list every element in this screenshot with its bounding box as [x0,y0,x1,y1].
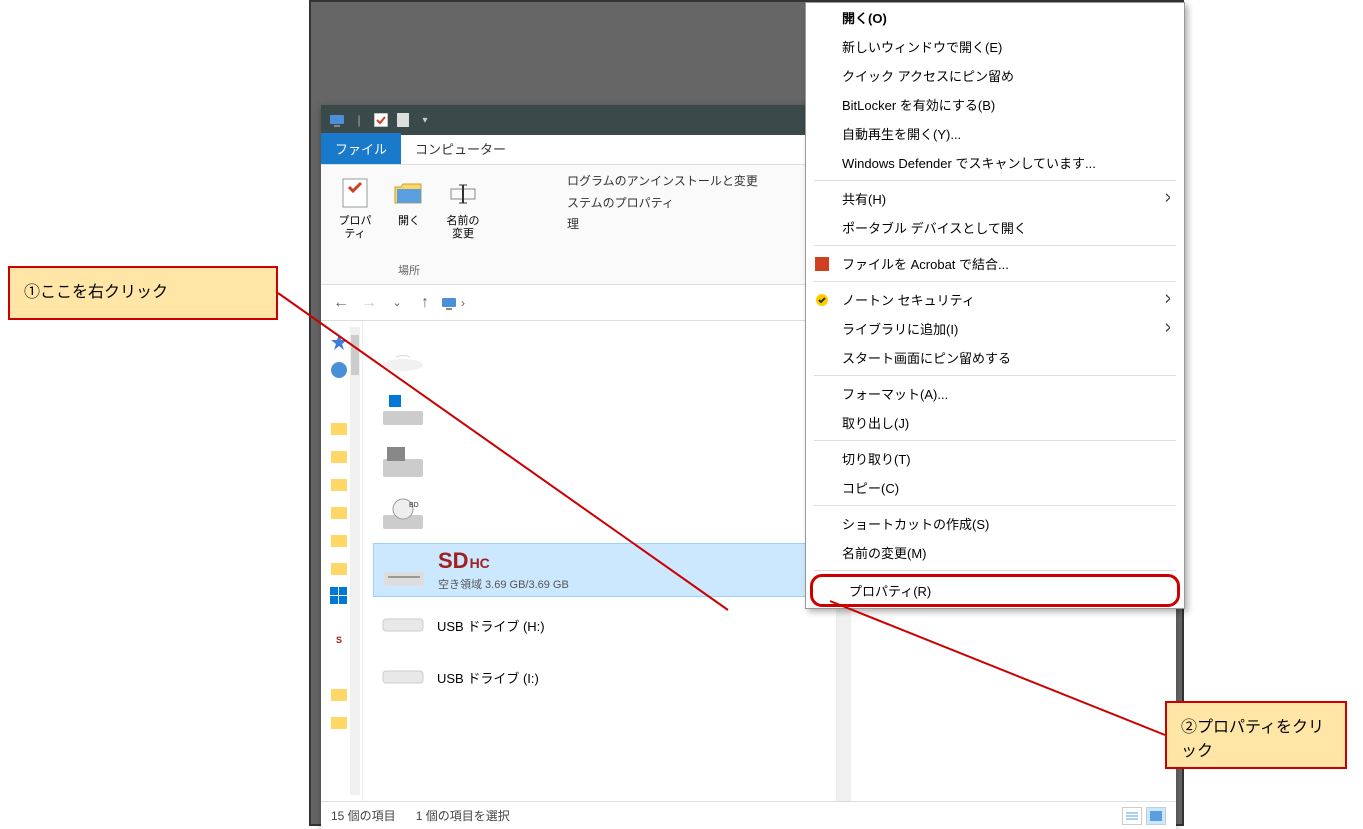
sd-drive-icon [380,550,428,590]
menu-cut[interactable]: 切り取り(T) [806,444,1184,473]
drive-name [437,402,450,421]
checkbox-icon[interactable] [373,112,389,128]
svg-text:BD: BD [409,502,419,509]
folder-icon[interactable] [330,503,348,521]
menu-rename[interactable]: 名前の変更(M) [806,538,1184,567]
drive-name: USB ドライブ (I:) [437,668,539,687]
sd-label-small: HC [470,555,490,571]
drive-freespace: 空き領域 3.69 GB/3.69 GB [438,576,569,592]
nav-up-button[interactable]: ↑ [413,291,437,315]
nav-back-button[interactable]: ← [329,291,353,315]
sd-label-big: SD [438,548,469,574]
folder-icon[interactable] [330,447,348,465]
ribbon-group-location: 場所 [331,258,487,278]
menu-copy[interactable]: コピー(C) [806,473,1184,502]
drive-list: BD SD HC 空き領域 3.69 GB/3.69 GB [363,321,836,801]
properties-icon [337,175,373,211]
hdd-icon [379,443,427,483]
ribbon-properties-label: プロパティ [335,215,375,241]
ribbon-open-label: 開く [398,215,420,228]
folder-icon[interactable] [330,475,348,493]
drive-icon [379,339,427,379]
norton-icon [814,292,830,308]
annotation-click-properties: ②プロパティをクリック [1165,701,1347,769]
menu-eject[interactable]: 取り出し(J) [806,408,1184,437]
menu-separator [814,245,1176,246]
dropdown-icon[interactable]: ▾ [417,112,433,128]
pc-icon [329,112,345,128]
drive-name [437,506,450,525]
usb-drive-icon [379,657,427,697]
windows-drive-icon [379,391,427,431]
bd-drive-icon: BD [379,495,427,535]
outer-frame: | ▾ ― ☐ ✕ ファイル コンピューター ᐱ ? [309,0,1184,826]
menu-separator [814,570,1176,571]
nav-forward-button[interactable]: → [357,291,381,315]
folder-icon[interactable] [330,531,348,549]
menu-open-new-window[interactable]: 新しいウィンドウで開く(E) [806,32,1184,61]
menu-share[interactable]: 共有(H) [806,184,1184,213]
doc-icon[interactable] [395,112,411,128]
tab-file[interactable]: ファイル [321,133,401,164]
menu-separator [814,505,1176,506]
menu-norton[interactable]: ノートン セキュリティ [806,285,1184,314]
pc-icon [441,295,457,311]
ribbon-rename-button[interactable]: 名前の 変更 [439,171,487,245]
drive-item[interactable]: BD [373,491,826,539]
menu-create-shortcut[interactable]: ショートカットの作成(S) [806,509,1184,538]
menu-add-library[interactable]: ライブラリに追加(I) [806,314,1184,343]
divider-icon: | [351,112,367,128]
annotation-right-click: ①ここを右クリック [8,266,278,320]
folder-icon[interactable] [330,419,348,437]
ribbon-open-button[interactable]: 開く [385,171,433,245]
folder-open-icon [391,175,427,211]
menu-separator [814,440,1176,441]
drive-item[interactable] [373,439,826,487]
drive-item[interactable] [373,335,826,383]
drive-item-usb-i[interactable]: USB ドライブ (I:) [373,653,826,701]
menu-pin-start[interactable]: スタート画面にピン留めする [806,343,1184,372]
menu-portable-device[interactable]: ポータブル デバイスとして開く [806,213,1184,242]
rename-icon [445,175,481,211]
usb-drive-icon [379,605,427,645]
menu-acrobat[interactable]: ファイルを Acrobat で結合... [806,249,1184,278]
menu-autoplay[interactable]: 自動再生を開く(Y)... [806,119,1184,148]
ribbon-rename-label: 名前の 変更 [447,215,480,241]
menu-separator [814,375,1176,376]
folder-icon[interactable] [330,559,348,577]
menu-separator [814,281,1176,282]
drive-name [437,454,450,473]
menu-format[interactable]: フォーマット(A)... [806,379,1184,408]
menu-pin-quick-access[interactable]: クイック アクセスにピン留め [806,61,1184,90]
context-menu: 開く(O) 新しいウィンドウで開く(E) クイック アクセスにピン留め BitL… [805,2,1185,609]
windows-icon[interactable] [330,587,348,605]
menu-bitlocker[interactable]: BitLocker を有効にする(B) [806,90,1184,119]
view-icons-button[interactable] [1146,807,1166,825]
breadcrumb-arrow-icon[interactable]: › [461,296,465,310]
nav-recent-dropdown[interactable]: ⌄ [385,291,409,315]
globe-icon[interactable] [330,361,348,379]
folder-tree: S [321,321,363,801]
menu-properties[interactable]: プロパティ(R) [810,574,1180,607]
status-item-count: 15 個の項目 [331,807,396,824]
tree-scrollbar[interactable] [350,327,360,795]
drive-name: USB ドライブ (H:) [437,616,545,635]
acrobat-icon [814,256,830,272]
tab-computer[interactable]: コンピューター [401,133,520,164]
sd-tree-icon[interactable]: S [336,635,342,645]
menu-open[interactable]: 開く(O) [806,3,1184,32]
menu-separator [814,180,1176,181]
status-selected-count: 1 個の項目を選択 [416,807,510,824]
drive-item-sdhc[interactable]: SD HC 空き領域 3.69 GB/3.69 GB [373,543,826,597]
folder-icon[interactable] [330,713,348,731]
folder-icon[interactable] [330,685,348,703]
status-bar: 15 個の項目 1 個の項目を選択 [321,801,1176,829]
drive-item[interactable] [373,387,826,435]
view-details-button[interactable] [1122,807,1142,825]
ribbon-properties-button[interactable]: プロパティ [331,171,379,245]
star-icon[interactable] [330,333,348,351]
address-bar[interactable]: › [441,295,541,311]
menu-defender[interactable]: Windows Defender でスキャンしています... [806,148,1184,177]
drive-item-usb-h[interactable]: USB ドライブ (H:) [373,601,826,649]
